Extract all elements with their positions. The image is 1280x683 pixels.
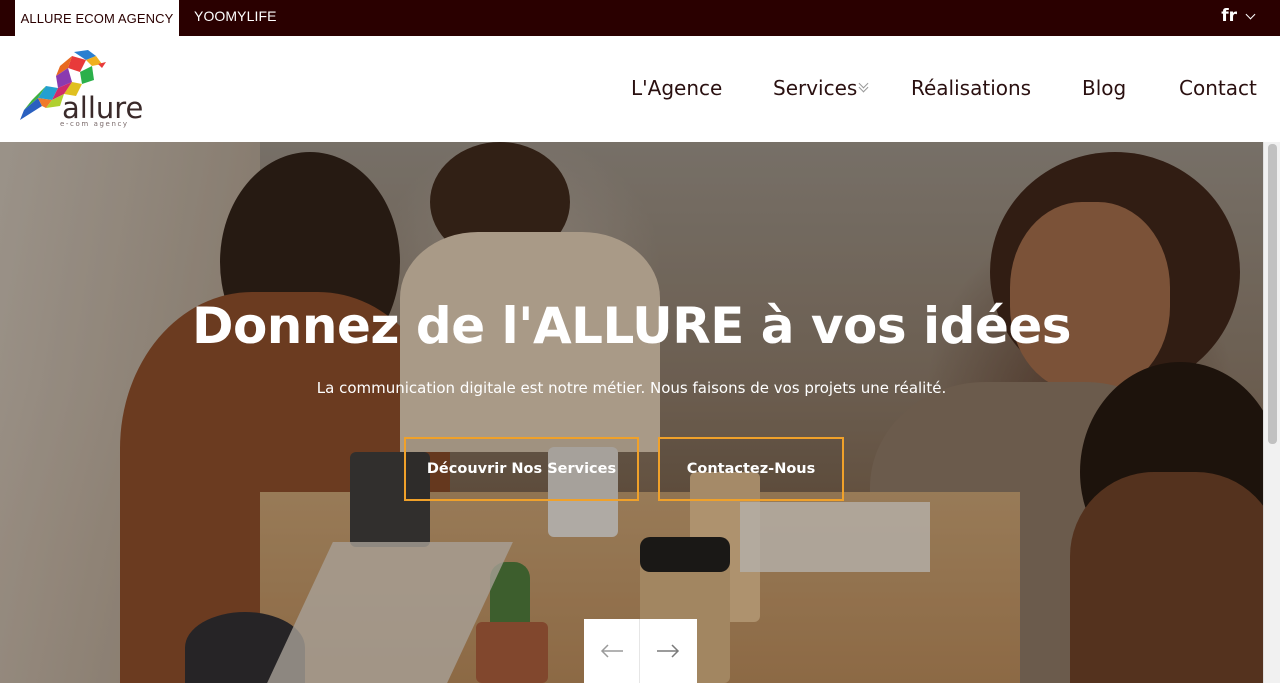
arrow-right-icon — [657, 644, 680, 658]
slider-prev-button[interactable] — [584, 619, 640, 683]
nav-item-blog[interactable]: Blog — [1082, 75, 1126, 101]
main-nav: L'Agence Services Réalisations Blog Cont… — [0, 36, 1280, 142]
hero-title: Donnez de l'ALLURE à vos idées — [191, 297, 1072, 355]
discover-services-button[interactable]: Découvrir Nos Services — [404, 437, 639, 501]
nav-item-contact[interactable]: Contact — [1179, 75, 1257, 101]
scrollbar-thumb[interactable] — [1268, 144, 1277, 444]
arrow-left-icon — [600, 644, 623, 658]
chevron-down-icon — [1245, 9, 1256, 19]
slider-next-button[interactable] — [640, 619, 696, 683]
page-scrollbar[interactable] — [1263, 142, 1280, 683]
tab-allure-ecom-agency[interactable]: ALLURE ECOM AGENCY — [15, 0, 179, 36]
hero-subtitle: La communication digitale est notre méti… — [316, 379, 947, 397]
nav-item-lagence[interactable]: L'Agence — [631, 75, 722, 101]
top-bar: ALLURE ECOM AGENCY YOOMYLIFE fr — [0, 0, 1280, 36]
language-code: fr — [1221, 6, 1237, 26]
nav-item-services[interactable]: Services — [773, 75, 857, 101]
slider-controls — [584, 619, 697, 683]
site-header: allure e-com agency L'Agence Services Ré… — [0, 36, 1280, 142]
language-selector[interactable]: fr — [1221, 0, 1256, 32]
hero-slider: Donnez de l'ALLURE à vos idées La commun… — [0, 142, 1280, 683]
nav-item-realisations[interactable]: Réalisations — [911, 75, 1031, 101]
tab-yoomylife[interactable]: YOOMYLIFE — [194, 0, 277, 34]
contact-us-button[interactable]: Contactez-Nous — [658, 437, 844, 501]
hero-overlay — [0, 142, 1280, 683]
